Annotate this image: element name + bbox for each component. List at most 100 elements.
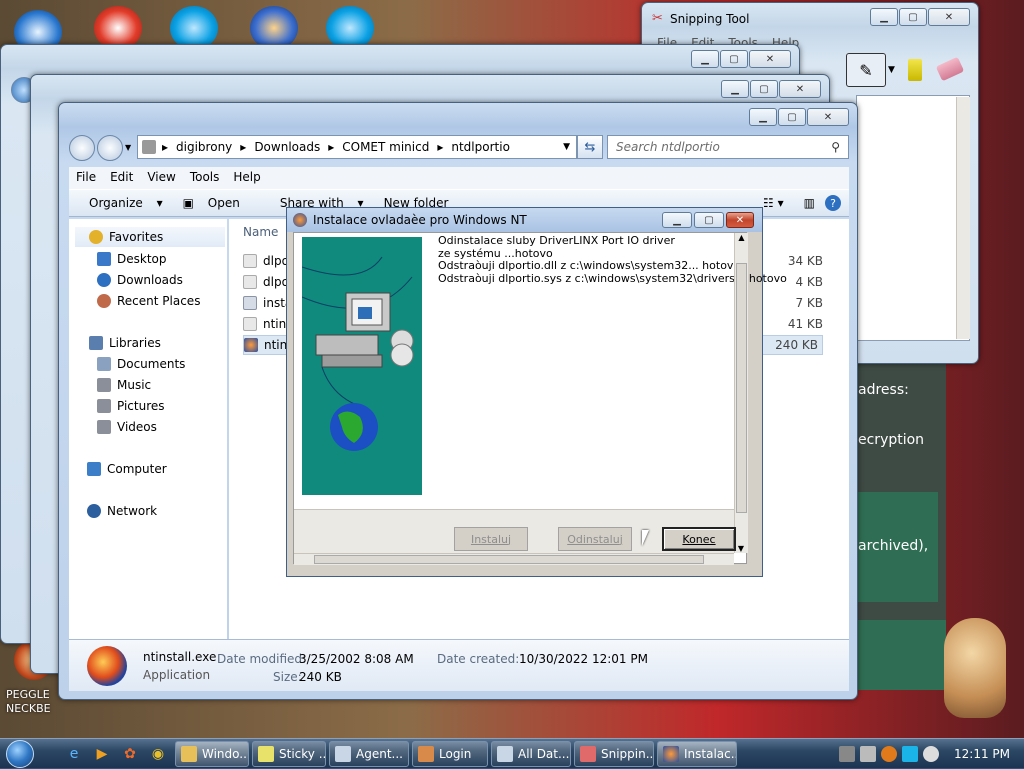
minimize-button[interactable]: ▁ [662, 212, 692, 228]
nav-libraries[interactable]: Libraries [89, 333, 161, 353]
help-icon[interactable]: ? [825, 195, 841, 211]
search-icon[interactable]: ⚲ [831, 140, 840, 154]
refresh-button[interactable]: ⇆ [577, 135, 603, 159]
close-button[interactable]: ✕ [807, 108, 849, 126]
breadcrumb-separator-icon[interactable]: ▸ [240, 140, 246, 154]
clock[interactable]: 12:11 PM [954, 747, 1010, 761]
eraser-icon[interactable] [935, 56, 965, 82]
start-button[interactable] [0, 739, 40, 769]
pen-dropdown-button[interactable]: ▼ [888, 53, 902, 87]
breadcrumb-separator-icon[interactable]: ▸ [162, 140, 168, 154]
highlighter-icon[interactable] [908, 59, 922, 81]
tray-search-icon[interactable] [881, 746, 897, 762]
close-button[interactable]: ✕ [928, 8, 970, 26]
breadcrumb-item[interactable]: digibrony [176, 140, 232, 154]
maximize-button[interactable]: ▢ [778, 108, 806, 126]
installer-dialog[interactable]: Instalace ovladaèe pro Windows NT ▁ ▢ ✕ [286, 207, 787, 577]
address-bar[interactable]: ▸ digibrony ▸ Downloads ▸ COMET minicd ▸… [137, 135, 577, 159]
task-all-data[interactable]: All Dat... [491, 740, 571, 767]
internet-explorer-icon[interactable]: e [60, 742, 88, 766]
tray-tool-icon[interactable] [860, 746, 876, 762]
nav-downloads[interactable]: Downloads [97, 270, 183, 290]
hscroll-thumb[interactable] [314, 555, 704, 564]
breadcrumb-separator-icon[interactable]: ▸ [437, 140, 443, 154]
finish-button[interactable]: Konec [662, 527, 736, 551]
chrome-icon[interactable]: ◉ [144, 742, 172, 766]
snip-vertical-scrollbar[interactable] [956, 97, 970, 339]
task-explorer[interactable]: Windo... [175, 740, 249, 767]
tray-app-icon[interactable] [839, 746, 855, 762]
nav-videos[interactable]: Videos [97, 417, 157, 437]
close-button[interactable]: ✕ [779, 80, 821, 98]
task-installer[interactable]: Instalac... [657, 740, 737, 767]
scroll-down-icon[interactable]: ▼ [735, 544, 747, 553]
nav-documents[interactable]: Documents [97, 354, 185, 374]
maximize-button[interactable]: ▢ [750, 80, 778, 98]
menu-help[interactable]: Help [226, 167, 267, 189]
forward-button[interactable] [97, 135, 123, 161]
pen-tool-button[interactable]: ✎ [846, 53, 886, 87]
minimize-button[interactable]: ▁ [721, 80, 749, 98]
task-sticky-notes[interactable]: Sticky ... [252, 740, 326, 767]
nav-network[interactable]: Network [87, 501, 157, 521]
libraries-icon [89, 336, 103, 350]
background-text: ecryption [858, 432, 925, 448]
details-modified-label: Date modified: [217, 652, 307, 666]
column-header-name[interactable]: Name [243, 225, 278, 239]
app-launcher-icon[interactable]: ✿ [116, 742, 144, 766]
dialog-titlebar[interactable]: Instalace ovladaèe pro Windows NT ▁ ▢ ✕ [287, 208, 762, 232]
dialog-vertical-scrollbar[interactable]: ▲ ▼ [734, 233, 748, 553]
window-title: Snipping Tool [670, 12, 750, 26]
minimize-button[interactable]: ▁ [691, 50, 719, 68]
maximize-button[interactable]: ▢ [720, 50, 748, 68]
horizontal-scrollbar[interactable] [294, 553, 734, 565]
nav-recent-places[interactable]: Recent Places [97, 291, 200, 311]
folder-icon [181, 745, 197, 762]
details-size-value: 240 KB [299, 670, 342, 684]
scroll-thumb[interactable] [736, 263, 747, 513]
hamster-desktop-pet[interactable] [944, 618, 1006, 718]
nav-favorites[interactable]: Favorites [75, 227, 225, 247]
menu-tools[interactable]: Tools [183, 167, 227, 189]
breadcrumb-separator-icon[interactable]: ▸ [328, 140, 334, 154]
scroll-up-icon[interactable]: ▲ [735, 233, 748, 242]
minimize-button[interactable]: ▁ [749, 108, 777, 126]
tray-volume-icon[interactable] [923, 746, 939, 762]
nav-computer[interactable]: Computer [87, 459, 167, 479]
pictures-icon [97, 399, 111, 413]
breadcrumb-item[interactable]: Downloads [254, 140, 320, 154]
tray-display-icon[interactable] [902, 746, 918, 762]
details-filename: ntinstall.exe [143, 650, 217, 664]
menu-edit[interactable]: Edit [103, 167, 140, 189]
close-button[interactable]: ✕ [749, 50, 791, 68]
breadcrumb-item[interactable]: COMET minicd [342, 140, 429, 154]
uninstall-button[interactable]: Odinstaluj [558, 527, 632, 551]
history-dropdown-icon[interactable]: ▼ [125, 143, 131, 152]
preview-pane-icon[interactable]: ▥ [794, 196, 825, 210]
nav-music[interactable]: Music [97, 375, 151, 395]
music-icon [97, 378, 111, 392]
minimize-button[interactable]: ▁ [870, 8, 898, 26]
background-text: adress: [858, 382, 909, 398]
search-input[interactable]: Search ntdlportio ⚲ [607, 135, 849, 159]
task-login[interactable]: Login [412, 740, 488, 767]
desktop-shortcut-label[interactable]: PEGGLE NECKBE [6, 688, 51, 716]
maximize-button[interactable]: ▢ [899, 8, 927, 26]
media-player-icon[interactable]: ▶ [88, 742, 116, 766]
nav-pictures[interactable]: Pictures [97, 396, 165, 416]
back-button[interactable] [69, 135, 95, 161]
task-agent[interactable]: Agent... [329, 740, 409, 767]
install-button[interactable]: Instaluj [454, 527, 528, 551]
address-dropdown-icon[interactable]: ▼ [563, 142, 570, 152]
open-button[interactable]: ▣ Open [173, 196, 260, 210]
breadcrumb-item[interactable]: ntdlportio [451, 140, 510, 154]
menu-view[interactable]: View [140, 167, 182, 189]
close-button[interactable]: ✕ [726, 212, 754, 228]
taskbar: e ▶ ✿ ◉ Windo... Sticky ... Agent... Log… [0, 738, 1024, 768]
organize-button[interactable]: Organize ▾ [69, 196, 173, 210]
nav-desktop[interactable]: Desktop [97, 249, 167, 269]
maximize-button[interactable]: ▢ [694, 212, 724, 228]
task-snipping-tool[interactable]: Snippin... [574, 740, 654, 767]
menu-file[interactable]: File [69, 167, 103, 189]
installer-icon [244, 338, 258, 352]
